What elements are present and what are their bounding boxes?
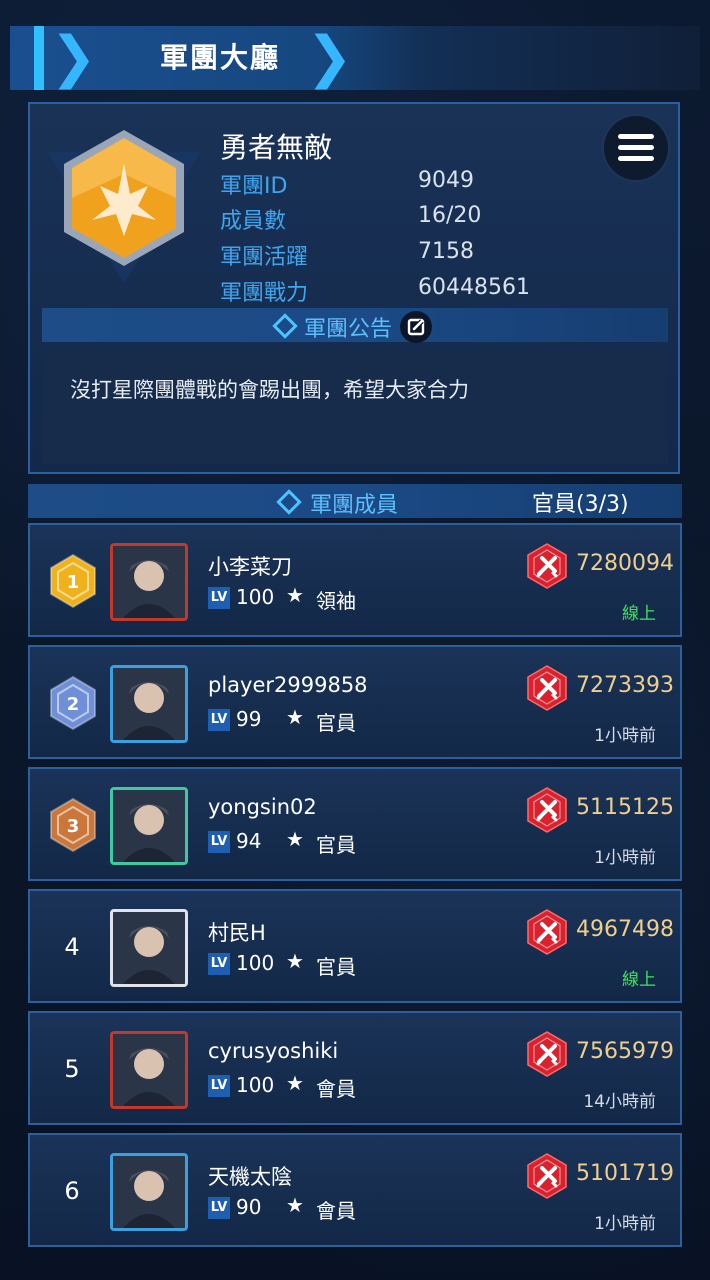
combat-power-icon: [527, 1031, 567, 1077]
guild-power-label: 軍團戰力: [220, 281, 309, 306]
member-power: 5115125: [576, 795, 674, 820]
member-avatar[interactable]: [110, 543, 188, 621]
member-role: 官員: [316, 833, 356, 857]
member-row[interactable]: 6 天機太陰 LV 90 ★ 會員 5101719 1小時前: [28, 1133, 682, 1247]
member-avatar[interactable]: [110, 665, 188, 743]
level-tag: LV: [208, 953, 230, 975]
member-row[interactable]: 4 村民H LV 100 ★ 官員 4967498 線上: [28, 889, 682, 1003]
member-level: 94: [236, 829, 262, 853]
guild-menu-button[interactable]: [604, 116, 668, 180]
member-avatar[interactable]: [110, 1153, 188, 1231]
member-avatar[interactable]: [110, 787, 188, 865]
member-power: 7273393: [576, 673, 674, 698]
rank-number: 6: [64, 1177, 80, 1205]
member-status: 14小時前: [583, 1092, 656, 1112]
member-row[interactable]: 2 player2999858 LV 99 ★ 官員 7273393 1小時前: [28, 645, 682, 759]
guild-id-label: 軍團ID: [220, 174, 288, 199]
member-power: 7280094: [576, 551, 674, 576]
member-status: 線上: [622, 970, 656, 990]
rank-number: 1: [67, 572, 80, 593]
level-tag: LV: [208, 709, 230, 731]
level-tag: LV: [208, 831, 230, 853]
member-role: 會員: [316, 1077, 356, 1101]
title-bar: ❯ ❯ 軍團大廳: [10, 26, 700, 90]
rank-number: 5: [64, 1055, 80, 1083]
rank-number: 3: [67, 816, 80, 837]
member-power: 4967498: [576, 917, 674, 942]
star-icon: ★: [286, 949, 304, 973]
member-role: 領袖: [316, 589, 356, 613]
rank-number: 2: [67, 694, 80, 715]
rank-badge-icon: 3: [50, 797, 96, 853]
member-level: 99: [236, 707, 262, 731]
member-name: 小李菜刀: [208, 555, 292, 579]
members-title: 軍團成員: [310, 493, 399, 518]
guild-members-value: 16/20: [418, 203, 482, 228]
level-tag: LV: [208, 1075, 230, 1097]
page-title: 軍團大廳: [159, 41, 280, 74]
member-avatar[interactable]: [110, 909, 188, 987]
star-icon: ★: [286, 583, 304, 607]
combat-power-icon: [527, 787, 567, 833]
member-name: yongsin02: [208, 795, 317, 819]
combat-power-icon: [527, 665, 567, 711]
member-level: 100: [236, 1073, 275, 1097]
member-level: 90: [236, 1195, 262, 1219]
member-level: 100: [236, 585, 275, 609]
star-icon: ★: [286, 1071, 304, 1095]
member-role: 官員: [316, 955, 356, 979]
member-role: 官員: [316, 711, 356, 735]
guild-members-label: 成員數: [220, 209, 287, 234]
star-icon: ★: [286, 1193, 304, 1217]
member-status: 1小時前: [594, 726, 656, 746]
level-tag: LV: [208, 1197, 230, 1219]
member-row[interactable]: 3 yongsin02 LV 94 ★ 官員 5115125 1小時前: [28, 767, 682, 881]
member-power: 5101719: [576, 1161, 674, 1186]
diamond-icon: [276, 489, 302, 515]
combat-power-icon: [527, 543, 567, 589]
guild-id-value: 9049: [418, 168, 474, 193]
member-status: 線上: [622, 604, 656, 624]
member-level: 100: [236, 951, 275, 975]
combat-power-icon: [527, 909, 567, 955]
member-row[interactable]: 1 小李菜刀 LV 100 ★ 領袖 7280094 線上: [28, 523, 682, 637]
member-avatar[interactable]: [110, 1031, 188, 1109]
guild-activity-value: 7158: [418, 239, 474, 264]
announcement-box: 沒打星際團體戰的會踢出團，希望大家合力: [42, 354, 668, 464]
combat-power-icon: [527, 1153, 567, 1199]
member-name: 天機太陰: [208, 1165, 292, 1189]
guild-power-value: 60448561: [418, 275, 530, 300]
guild-activity-label: 軍團活躍: [220, 245, 309, 270]
rank-badge-icon: 1: [50, 553, 96, 609]
member-role: 會員: [316, 1199, 356, 1223]
member-power: 7565979: [576, 1039, 674, 1064]
guild-emblem-icon: [48, 130, 200, 284]
edit-icon[interactable]: [400, 311, 432, 343]
member-name: 村民H: [208, 921, 266, 945]
member-name: cyrusyoshiki: [208, 1039, 339, 1063]
member-name: player2999858: [208, 673, 368, 697]
officers-count: 官員(3/3): [532, 492, 629, 517]
diamond-icon: [272, 313, 298, 339]
member-status: 1小時前: [594, 1214, 656, 1234]
level-tag: LV: [208, 587, 230, 609]
member-status: 1小時前: [594, 848, 656, 868]
rank-number: 4: [64, 933, 80, 961]
announcement-header: 軍團公告: [42, 308, 668, 342]
member-row[interactable]: 5 cyrusyoshiki LV 100 ★ 會員 7565979 14小時前: [28, 1011, 682, 1125]
star-icon: ★: [286, 827, 304, 851]
rank-badge-icon: 2: [50, 675, 96, 731]
announcement-title: 軍團公告: [304, 317, 393, 342]
guild-name: 勇者無敵: [220, 131, 333, 164]
star-icon: ★: [286, 705, 304, 729]
announcement-text: 沒打星際團體戰的會踢出團，希望大家合力: [70, 378, 469, 402]
